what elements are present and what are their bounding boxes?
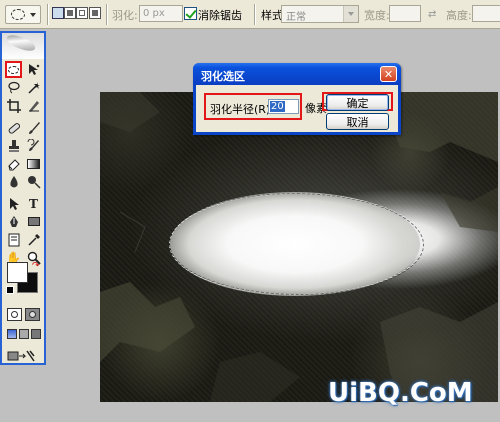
magic-wand-icon <box>27 81 40 94</box>
dialog-title: 羽化选区 <box>201 70 245 83</box>
slice-icon <box>28 100 39 112</box>
pen-tool[interactable] <box>5 213 22 230</box>
stamp-icon <box>8 139 19 152</box>
swap-colors-icon[interactable]: ↷ <box>32 261 40 271</box>
bandage-icon <box>8 122 20 134</box>
slice-tool[interactable] <box>25 97 42 114</box>
divider <box>254 4 255 25</box>
blur-tool[interactable] <box>5 173 22 190</box>
path-selection-tool[interactable] <box>5 195 22 212</box>
elliptical-marquee-icon <box>8 65 19 74</box>
eraser-icon <box>7 158 20 170</box>
eyedropper-icon <box>27 233 40 246</box>
feather-field[interactable]: 0 px <box>139 5 183 22</box>
healing-brush-tool[interactable] <box>5 119 22 136</box>
history-brush-tool[interactable] <box>25 137 42 154</box>
default-colors-icon[interactable] <box>6 286 14 294</box>
lasso-icon <box>7 81 20 93</box>
subtract-from-selection-button[interactable] <box>76 7 88 19</box>
add-to-selection-button[interactable] <box>64 7 76 19</box>
jump-to-imageready-icon[interactable] <box>7 349 37 366</box>
dodge-icon <box>27 175 41 189</box>
crop-tool[interactable] <box>5 97 22 114</box>
cancel-button[interactable]: 取消 <box>326 113 389 130</box>
rectangle-tool[interactable] <box>25 213 42 230</box>
feather-radius-input[interactable]: 20 <box>268 99 299 114</box>
standard-mode-button[interactable] <box>7 308 22 321</box>
rectangle-icon <box>27 217 40 226</box>
style-value: 正常 <box>286 12 306 23</box>
dialog-titlebar[interactable]: 羽化选区 ✕ <box>193 63 401 85</box>
quick-mask-mode-button[interactable] <box>25 308 40 321</box>
intersect-selection-button[interactable] <box>89 7 101 19</box>
elliptical-marquee-tool[interactable] <box>5 61 22 78</box>
foreground-color-swatch[interactable] <box>7 262 28 283</box>
lasso-tool[interactable] <box>5 79 22 96</box>
full-screen-menu-mode-button[interactable] <box>19 329 29 339</box>
magic-wand-tool[interactable] <box>25 79 42 96</box>
notes-icon <box>8 233 19 246</box>
site-watermark-logo: UiBQ.CoM <box>328 378 473 408</box>
feather-radius-value: 20 <box>270 101 285 112</box>
history-brush-icon <box>27 138 39 151</box>
eraser-tool[interactable] <box>5 155 22 172</box>
feather-logo-icon <box>4 33 38 53</box>
height-field[interactable] <box>472 5 500 22</box>
chevron-down-icon <box>30 13 36 17</box>
eyedropper-tool[interactable] <box>25 231 42 248</box>
pen-icon <box>9 215 18 227</box>
full-screen-mode-button[interactable] <box>31 329 41 339</box>
tool-preset-picker[interactable] <box>5 5 41 24</box>
divider <box>106 4 107 25</box>
swap-dimensions-icon[interactable]: ⇄ <box>428 9 436 20</box>
crop-icon <box>6 98 21 113</box>
options-bar: 羽化: 0 px 消除锯齿 样式: 正常 宽度: ⇄ 高度: <box>0 0 500 29</box>
width-label: 宽度: <box>364 9 390 22</box>
drop-icon <box>9 175 18 187</box>
elliptical-selection[interactable] <box>169 193 424 295</box>
width-field[interactable] <box>389 5 421 22</box>
feather-radius-group: 羽化半径(R): 20 <box>204 93 302 120</box>
notes-tool[interactable] <box>5 231 22 248</box>
divider <box>47 4 48 25</box>
elliptical-marquee-icon <box>11 9 25 20</box>
height-label: 高度: <box>446 9 472 22</box>
dodge-tool[interactable] <box>25 173 42 190</box>
chevron-down-icon <box>343 6 358 22</box>
style-select[interactable]: 正常 <box>281 5 359 23</box>
feather-label: 羽化: <box>112 9 138 22</box>
brush-icon <box>28 121 40 134</box>
feather-radius-label: 羽化半径(R): <box>210 103 274 116</box>
antialias-label: 消除锯齿 <box>198 9 242 22</box>
clone-stamp-tool[interactable] <box>5 137 22 154</box>
color-swatches: ↷ <box>6 261 41 294</box>
gradient-icon <box>27 158 40 169</box>
antialias-checkbox[interactable] <box>184 7 197 20</box>
feather-selection-dialog: 羽化选区 ✕ 羽化半径(R): 20 像素 确定 取消 <box>193 63 401 135</box>
move-icon <box>29 64 40 75</box>
standard-screen-mode-button[interactable] <box>7 329 17 339</box>
path-arrow-icon <box>9 197 19 210</box>
type-tool[interactable]: T <box>25 195 42 212</box>
gradient-tool[interactable] <box>25 155 42 172</box>
new-selection-button[interactable] <box>52 7 64 19</box>
ok-button[interactable]: 确定 <box>326 94 389 111</box>
close-icon: ✕ <box>383 67 394 81</box>
brush-tool[interactable] <box>25 119 42 136</box>
document-canvas[interactable] <box>100 92 498 402</box>
move-tool[interactable] <box>25 61 42 78</box>
close-button[interactable]: ✕ <box>380 66 397 82</box>
toolbox-header <box>2 33 44 59</box>
toolbox: T ✋ ↷ <box>0 31 46 365</box>
ok-highlight: 确定 <box>322 92 393 111</box>
